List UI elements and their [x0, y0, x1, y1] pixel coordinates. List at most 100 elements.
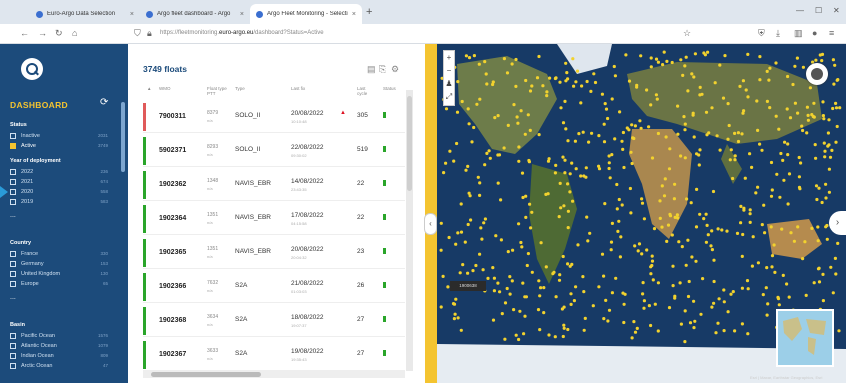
float-marker[interactable] [481, 268, 485, 272]
float-marker[interactable] [564, 127, 568, 131]
float-marker[interactable] [469, 218, 473, 222]
float-marker[interactable] [713, 81, 717, 85]
float-marker[interactable] [744, 88, 748, 92]
float-marker[interactable] [597, 285, 601, 289]
wmo-number[interactable]: 1902364 [159, 215, 186, 222]
float-marker[interactable] [739, 204, 743, 208]
float-marker[interactable] [814, 184, 819, 188]
wmo-number[interactable]: 5902371 [159, 147, 186, 154]
float-marker[interactable] [547, 157, 551, 161]
column-header[interactable]: Status [383, 86, 396, 91]
float-marker[interactable] [645, 248, 649, 252]
float-marker[interactable] [679, 154, 683, 158]
float-marker[interactable] [746, 95, 750, 99]
float-marker[interactable] [470, 140, 474, 144]
float-marker[interactable] [544, 265, 548, 269]
float-marker[interactable] [498, 290, 502, 294]
float-marker[interactable] [792, 239, 796, 243]
checkbox[interactable] [10, 198, 16, 205]
float-marker[interactable] [786, 153, 790, 157]
float-marker[interactable] [536, 308, 541, 312]
float-marker[interactable] [466, 222, 470, 227]
filter-option[interactable]: 2022 236 [10, 167, 108, 176]
float-marker[interactable] [764, 286, 768, 290]
float-marker[interactable] [597, 164, 601, 168]
float-marker[interactable] [554, 295, 558, 299]
float-marker[interactable] [712, 301, 716, 305]
float-marker[interactable] [630, 336, 634, 340]
float-marker[interactable] [561, 155, 565, 159]
float-marker[interactable] [538, 294, 542, 298]
float-marker[interactable] [487, 149, 491, 153]
float-marker[interactable] [607, 161, 611, 165]
float-marker[interactable] [670, 60, 674, 65]
float-marker[interactable] [488, 156, 492, 160]
float-marker[interactable] [544, 192, 548, 196]
float-marker[interactable] [622, 320, 626, 325]
zoom-in-button[interactable]: + [444, 51, 454, 64]
float-marker[interactable] [750, 165, 754, 169]
float-marker[interactable] [562, 204, 566, 208]
float-marker[interactable] [773, 270, 777, 274]
float-marker[interactable] [831, 106, 835, 111]
float-marker[interactable] [632, 136, 636, 141]
float-marker[interactable] [736, 131, 740, 135]
home-icon[interactable]: ⌂ [72, 28, 77, 38]
float-marker[interactable] [653, 302, 657, 306]
float-marker[interactable] [553, 171, 557, 175]
float-marker[interactable] [508, 292, 512, 296]
checkbox[interactable] [10, 352, 16, 359]
float-marker[interactable] [765, 69, 769, 73]
float-marker[interactable] [810, 226, 814, 230]
float-marker[interactable] [833, 256, 837, 260]
float-marker[interactable] [452, 302, 457, 306]
checkbox[interactable] [10, 362, 16, 369]
float-marker[interactable] [710, 248, 714, 252]
float-marker[interactable] [805, 131, 809, 135]
float-marker[interactable] [683, 340, 687, 344]
float-marker[interactable] [814, 58, 818, 62]
float-marker[interactable] [650, 259, 655, 263]
float-marker[interactable] [769, 194, 774, 198]
table-row[interactable]: 7900311 8379 n/a SOLO_II 20/08/2022 10:10:48 ▲… [143, 102, 405, 133]
checkbox[interactable] [10, 132, 16, 139]
float-marker[interactable] [786, 202, 790, 206]
close-tab-icon[interactable]: × [352, 11, 356, 18]
new-tab-button[interactable]: + [366, 6, 372, 18]
float-marker[interactable] [447, 235, 451, 240]
float-marker[interactable] [603, 202, 607, 206]
float-marker[interactable] [728, 158, 732, 162]
float-marker[interactable] [656, 281, 660, 285]
float-marker[interactable] [705, 133, 709, 137]
float-marker[interactable] [671, 284, 675, 288]
float-marker[interactable] [763, 231, 767, 235]
float-marker[interactable] [654, 57, 659, 61]
wmo-number[interactable]: 1902362 [159, 181, 186, 188]
float-marker[interactable] [658, 216, 662, 220]
float-marker[interactable] [758, 142, 762, 146]
float-marker[interactable] [770, 188, 774, 192]
float-marker[interactable] [452, 159, 456, 163]
float-marker[interactable] [770, 254, 775, 258]
float-marker[interactable] [464, 54, 468, 58]
float-marker[interactable] [610, 97, 614, 101]
float-marker[interactable] [590, 131, 594, 135]
search-icon[interactable] [21, 58, 43, 80]
float-marker[interactable] [574, 167, 578, 171]
float-marker[interactable] [655, 97, 659, 101]
more-years-button[interactable]: ... [10, 212, 16, 219]
float-marker[interactable] [486, 276, 490, 280]
float-marker[interactable] [821, 272, 825, 276]
float-marker[interactable] [827, 167, 831, 171]
float-marker[interactable] [835, 78, 839, 82]
float-marker[interactable] [568, 172, 572, 176]
float-marker[interactable] [485, 151, 489, 155]
table-row[interactable]: 1902366 7632 n/a S2A 21/08/2022 01:03:03 26 [143, 272, 405, 303]
float-marker[interactable] [444, 161, 448, 165]
table-row[interactable]: 1902368 3634 n/a S2A 18/08/2022 19:07:37 27 [143, 306, 405, 337]
float-marker[interactable] [791, 82, 795, 87]
float-marker[interactable] [502, 146, 506, 150]
float-marker[interactable] [622, 302, 626, 306]
float-marker[interactable] [645, 88, 649, 92]
float-marker[interactable] [726, 137, 730, 141]
